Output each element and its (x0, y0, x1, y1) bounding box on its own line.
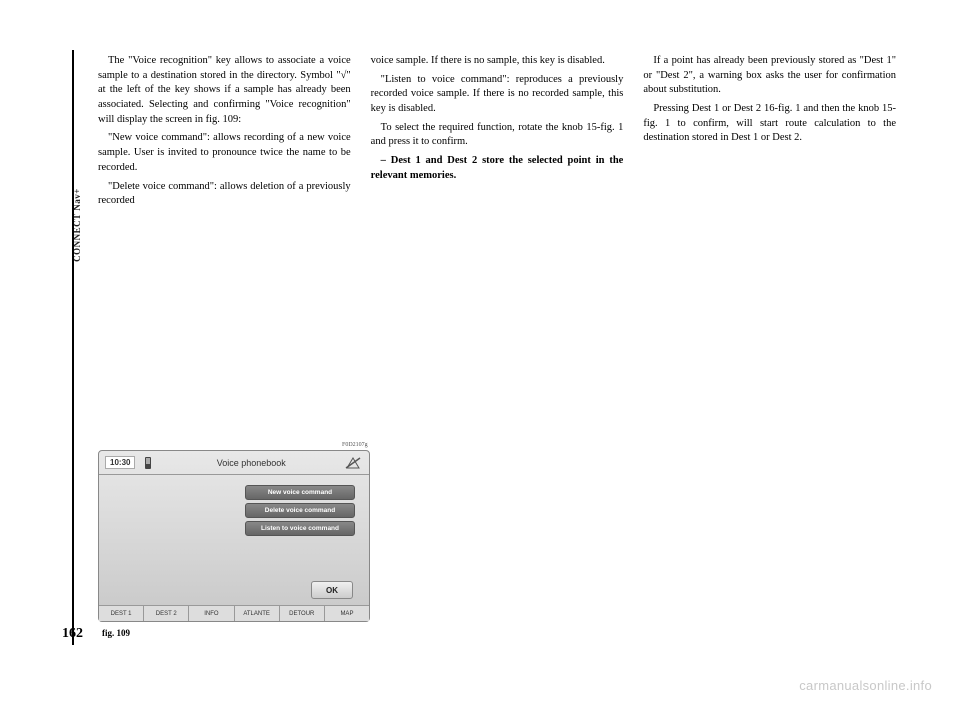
phone-icon (143, 456, 153, 470)
tab-info[interactable]: INFO (189, 606, 234, 621)
tab-detour[interactable]: DETOUR (280, 606, 325, 621)
figure-label: fig. 109 (102, 628, 130, 638)
page-container: CONNECT Nav+ The "Voice recognition" key… (58, 50, 898, 670)
col2-para3: To select the required function, rotate … (371, 121, 624, 150)
page-number: 162 (62, 626, 83, 642)
tab-map[interactable]: MAP (325, 606, 369, 621)
delete-voice-command-button[interactable]: Delete voice command (245, 503, 355, 518)
header-time: 10:30 (105, 456, 135, 469)
nav-disabled-icon (343, 456, 363, 470)
col3-para1: If a point has already been previously s… (643, 54, 896, 98)
new-voice-command-button[interactable]: New voice command (245, 485, 355, 500)
col2-para4: – Dest 1 and Dest 2 store the selected p… (371, 154, 624, 183)
image-reference: F0D2107g (342, 442, 368, 448)
column-1: The "Voice recognition" key allows to as… (98, 54, 351, 213)
content-columns: The "Voice recognition" key allows to as… (98, 54, 896, 213)
col2-para1: voice sample. If there is no sample, thi… (371, 54, 624, 69)
screenshot-body: New voice command Delete voice command L… (99, 475, 369, 536)
screenshot-title: Voice phonebook (159, 458, 343, 468)
screenshot-header: 10:30 Voice phonebook (99, 451, 369, 475)
col1-para1: The "Voice recognition" key allows to as… (98, 54, 351, 127)
tab-atlante[interactable]: ATLANTE (235, 606, 280, 621)
tab-dest2[interactable]: DEST 2 (144, 606, 189, 621)
page-border-left (72, 50, 74, 645)
column-2: voice sample. If there is no sample, thi… (371, 54, 624, 213)
col1-para3: "Delete voice command": allows deletion … (98, 180, 351, 209)
col3-para2: Pressing Dest 1 or Dest 2 16-fig. 1 and … (643, 102, 896, 146)
screenshot-footer-tabs: DEST 1 DEST 2 INFO ATLANTE DETOUR MAP (99, 605, 369, 621)
column-3: If a point has already been previously s… (643, 54, 896, 213)
tab-dest1[interactable]: DEST 1 (99, 606, 144, 621)
listen-voice-command-button[interactable]: Listen to voice command (245, 521, 355, 536)
col2-para2: "Listen to voice command": reproduces a … (371, 73, 624, 117)
col1-para2: "New voice command": allows recording of… (98, 131, 351, 175)
watermark: carmanualsonline.info (799, 678, 932, 693)
ok-button[interactable]: OK (311, 581, 353, 599)
device-screenshot: 10:30 Voice phonebook New voice command … (98, 450, 370, 622)
